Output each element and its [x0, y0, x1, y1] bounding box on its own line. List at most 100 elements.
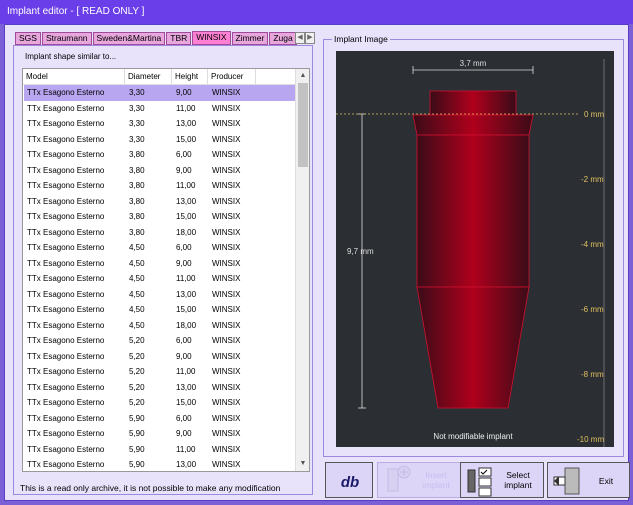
cell-producer: WINSIX	[212, 243, 241, 252]
table-row[interactable]: TTx Esagono Esterno 5,20 15,00 WINSIX	[24, 395, 296, 411]
cell-model: TTx Esagono Esterno	[27, 212, 105, 221]
scroll-thumb[interactable]	[298, 83, 308, 167]
tab-sweden-martina[interactable]: Sweden&Martina	[92, 32, 166, 45]
cell-diameter: 3,80	[129, 196, 145, 206]
implant-image-canvas: 3,7 mm 9,7 mm 0 mm -2 mm -4 mm -6 mm -8 …	[336, 51, 614, 447]
cell-height: 6,00	[176, 243, 192, 252]
select-implant-button[interactable]: Select implant	[460, 462, 544, 498]
cell-height: 11,00	[176, 103, 196, 113]
cell-producer: WINSIX	[212, 336, 241, 345]
cell-diameter: 3,80	[129, 227, 145, 237]
table-row[interactable]: TTx Esagono Esterno 5,90 6,00 WINSIX	[24, 411, 296, 427]
table-row[interactable]: TTx Esagono Esterno 5,20 6,00 WINSIX	[24, 333, 296, 349]
column-header-model[interactable]: Model	[23, 69, 125, 84]
table-row[interactable]: TTx Esagono Esterno 5,90 13,00 WINSIX	[24, 457, 296, 471]
implant-drawing: 3,7 mm 9,7 mm 0 mm -2 mm -4 mm -6 mm -8 …	[336, 59, 604, 447]
cell-model: TTx Esagono Esterno	[27, 181, 105, 190]
implant-image-panel: Implant Image 3,7 mm 9,7 mm 0 mm -2 mm -…	[323, 34, 624, 457]
column-header-height[interactable]: Height	[172, 69, 208, 84]
cell-height: 11,00	[176, 274, 196, 283]
implant-editor-body: SGS Straumann Sweden&Martina TBR WINSIX …	[4, 24, 630, 501]
tab-zuga[interactable]: Zuga	[269, 32, 297, 45]
column-header-producer[interactable]: Producer	[208, 69, 256, 84]
database-button[interactable]: db	[325, 462, 373, 498]
table-row[interactable]: TTx Esagono Esterno 5,20 9,00 WINSIX	[24, 349, 296, 365]
cell-producer: WINSIX	[212, 289, 241, 299]
table-row[interactable]: TTx Esagono Esterno 3,80 13,00 WINSIX	[24, 194, 296, 210]
table-row[interactable]: TTx Esagono Esterno 4,50 6,00 WINSIX	[24, 240, 296, 256]
table-vertical-scrollbar[interactable]: ▲ ▼	[295, 69, 309, 471]
cell-producer: WINSIX	[212, 212, 241, 221]
tab-sgs[interactable]: SGS	[15, 32, 41, 45]
exit-label: Exit	[598, 476, 614, 486]
cell-height: 11,00	[176, 444, 196, 454]
table-row[interactable]: TTx Esagono Esterno 3,80 18,00 WINSIX	[24, 225, 296, 241]
svg-text:db: db	[341, 474, 359, 491]
tab-scroll-right-icon[interactable]: ▶	[305, 32, 315, 44]
cell-model: TTx Esagono Esterno	[27, 150, 105, 159]
tab-winsix[interactable]: WINSIX	[192, 31, 231, 45]
cell-producer: WINSIX	[212, 103, 241, 113]
width-dimension-label: 3,7 mm	[460, 59, 487, 68]
table-row[interactable]: TTx Esagono Esterno 4,50 18,00 WINSIX	[24, 318, 296, 334]
tab-zimmer[interactable]: Zimmer	[231, 32, 269, 45]
implant-body	[416, 134, 530, 288]
tab-straumann[interactable]: Straumann	[41, 32, 92, 45]
table-row[interactable]: TTx Esagono Esterno 4,50 15,00 WINSIX	[24, 302, 296, 318]
scale-label-10: -10 mm	[577, 435, 604, 444]
cell-producer: WINSIX	[212, 134, 241, 144]
table-row[interactable]: TTx Esagono Esterno 3,80 11,00 WINSIX	[24, 178, 296, 194]
cell-height: 15,00	[176, 134, 197, 144]
table-row[interactable]: TTx Esagono Esterno 3,30 9,00 WINSIX	[24, 85, 296, 101]
scroll-up-icon[interactable]: ▲	[298, 71, 308, 81]
cell-model: TTx Esagono Esterno	[27, 274, 105, 283]
table-row[interactable]: TTx Esagono Esterno 3,80 15,00 WINSIX	[24, 209, 296, 225]
cell-height: 6,00	[176, 336, 192, 345]
table-row[interactable]: TTx Esagono Esterno 3,30 15,00 WINSIX	[24, 132, 296, 148]
cell-model: TTx Esagono Esterno	[27, 305, 105, 314]
cell-height: 18,00	[176, 320, 197, 330]
select-implant-label: Select implant	[504, 470, 532, 490]
implant-collar	[412, 114, 534, 136]
table-row[interactable]: TTx Esagono Esterno 3,30 11,00 WINSIX	[24, 101, 296, 117]
table-row[interactable]: TTx Esagono Esterno 5,90 11,00 WINSIX	[24, 442, 296, 458]
cell-model: TTx Esagono Esterno	[27, 460, 105, 469]
cell-diameter: 3,30	[129, 134, 145, 144]
table-row[interactable]: TTx Esagono Esterno 5,20 11,00 WINSIX	[24, 364, 296, 380]
cell-model: TTx Esagono Esterno	[27, 258, 105, 268]
cell-diameter: 3,30	[129, 119, 145, 128]
implant-image-title: Implant Image	[332, 34, 390, 44]
cell-diameter: 3,80	[129, 212, 145, 221]
table-row[interactable]: TTx Esagono Esterno 4,50 9,00 WINSIX	[24, 256, 296, 272]
column-header-diameter[interactable]: Diameter	[125, 69, 172, 84]
table-row[interactable]: TTx Esagono Esterno 3,80 9,00 WINSIX	[24, 163, 296, 179]
cell-model: TTx Esagono Esterno	[27, 88, 105, 97]
table-row[interactable]: TTx Esagono Esterno 5,90 9,00 WINSIX	[24, 426, 296, 442]
exit-button[interactable]: Exit	[547, 462, 630, 498]
cell-model: TTx Esagono Esterno	[27, 289, 105, 299]
cell-model: TTx Esagono Esterno	[27, 336, 105, 345]
table-row[interactable]: TTx Esagono Esterno 4,50 11,00 WINSIX	[24, 271, 296, 287]
table-row[interactable]: TTx Esagono Esterno 5,20 13,00 WINSIX	[24, 380, 296, 396]
scroll-down-icon[interactable]: ▼	[298, 459, 308, 469]
exit-door-icon	[553, 467, 580, 495]
cell-diameter: 3,30	[129, 103, 145, 113]
cell-height: 15,00	[176, 398, 197, 407]
tab-tbr[interactable]: TBR	[166, 32, 192, 45]
table-row[interactable]: TTx Esagono Esterno 3,30 13,00 WINSIX	[24, 116, 296, 132]
table-row[interactable]: TTx Esagono Esterno 4,50 13,00 WINSIX	[24, 287, 296, 303]
insert-implant-button[interactable]: Insert implant	[377, 462, 461, 498]
cell-model: TTx Esagono Esterno	[27, 196, 105, 206]
cell-model: TTx Esagono Esterno	[27, 320, 105, 330]
table-row[interactable]: TTx Esagono Esterno 3,80 6,00 WINSIX	[24, 147, 296, 163]
cell-diameter: 5,20	[129, 351, 145, 361]
cell-producer: WINSIX	[212, 88, 241, 97]
insert-implant-label: Insert implant	[422, 470, 450, 490]
cell-height: 13,00	[176, 460, 197, 469]
cell-model: TTx Esagono Esterno	[27, 398, 105, 407]
cell-producer: WINSIX	[212, 305, 241, 314]
cell-producer: WINSIX	[212, 150, 241, 159]
tab-scroll-left-icon[interactable]: ◀	[295, 32, 305, 44]
producer-tabs: SGS Straumann Sweden&Martina TBR WINSIX …	[15, 31, 298, 45]
cell-producer: WINSIX	[212, 460, 241, 469]
